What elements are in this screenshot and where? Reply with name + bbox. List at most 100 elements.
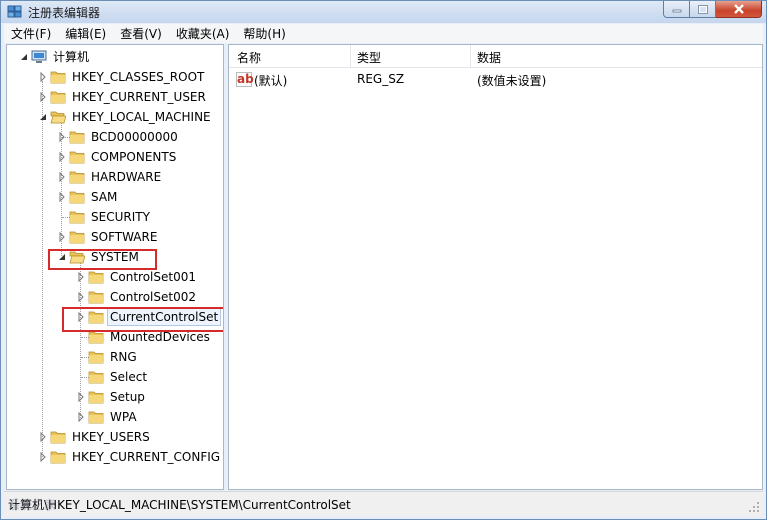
expand-arrow-icon	[78, 411, 84, 423]
tree-label: Select	[110, 370, 148, 384]
tree-label: HKEY_USERS	[72, 430, 150, 444]
column-divider[interactable]	[350, 45, 351, 67]
tree-node-hardware[interactable]: HARDWARE	[7, 168, 223, 186]
expand-arrow-icon	[59, 151, 65, 163]
folder-icon	[69, 151, 85, 164]
highlight-box-system	[48, 249, 157, 270]
column-header-data[interactable]: 数据	[477, 49, 501, 66]
folder-icon	[50, 71, 66, 84]
menu-view[interactable]: 查看(V)	[113, 25, 169, 42]
tree-label: ControlSet002	[110, 290, 196, 304]
tree-node-hkey-local-machine[interactable]: HKEY_LOCAL_MACHINE	[7, 108, 223, 126]
folder-icon	[69, 191, 85, 204]
folder-icon	[88, 291, 104, 304]
tree-label: COMPONENTS	[91, 150, 177, 164]
folder-icon	[69, 131, 85, 144]
string-value-icon: ab	[236, 72, 254, 87]
tree-node-hkey-current-user[interactable]: HKEY_CURRENT_USER	[7, 88, 223, 106]
tree-label: HKEY_CURRENT_CONFIG	[72, 450, 221, 464]
tree-node-security[interactable]: SECURITY	[7, 208, 223, 226]
window-controls	[663, 1, 762, 19]
expand-arrow-icon	[78, 291, 84, 303]
computer-icon	[31, 50, 47, 63]
tree-node-computer[interactable]: 计算机	[7, 48, 223, 66]
minimize-button[interactable]	[663, 1, 690, 18]
tree-label: RNG	[110, 350, 137, 364]
tree-node-hkey-classes-root[interactable]: HKEY_CLASSES_ROOT	[7, 68, 223, 86]
expand-arrow-icon	[40, 71, 46, 83]
tree-node-controlset001[interactable]: ControlSet001	[7, 268, 223, 286]
column-divider[interactable]	[470, 45, 471, 67]
tree-node-controlset002[interactable]: ControlSet002	[7, 288, 223, 306]
tree-label: BCD00000000	[91, 130, 178, 144]
folder-icon	[69, 171, 85, 184]
expand-arrow-icon	[40, 451, 46, 463]
folder-icon	[88, 391, 104, 404]
value-row-default[interactable]: ab (默认) REG_SZ (数值未设置)	[229, 71, 762, 89]
menu-help[interactable]: 帮助(H)	[236, 25, 292, 42]
tree-label: 计算机	[53, 50, 90, 64]
highlight-box-currentcontrolset	[62, 307, 223, 332]
tree-node-components[interactable]: COMPONENTS	[7, 148, 223, 166]
menu-bar: 文件(F) 编辑(E) 查看(V) 收藏夹(A) 帮助(H)	[4, 24, 763, 43]
maximize-icon	[697, 4, 708, 14]
tree-node-select[interactable]: Select	[7, 368, 223, 386]
values-pane[interactable]: 名称 类型 数据 ab (默认) REG_SZ (数值未设置)	[228, 44, 763, 490]
folder-icon	[88, 371, 104, 384]
expand-arrow-icon	[40, 91, 46, 103]
value-name: (默认)	[254, 74, 288, 88]
registry-tree[interactable]: 计算机 HKEY_CLASSES_ROOT HKEY_CURRENT_USER …	[6, 44, 224, 490]
tree-node-sam[interactable]: SAM	[7, 188, 223, 206]
tree-node-hkey-users[interactable]: HKEY_USERS	[7, 428, 223, 446]
tree-label: Setup	[110, 390, 145, 404]
title-bar[interactable]: 注册表编辑器	[1, 1, 766, 23]
status-bar: 计算机\HKEY_LOCAL_MACHINE\SYSTEM\CurrentCon…	[4, 491, 763, 516]
tree-label: SECURITY	[91, 210, 150, 224]
window-title: 注册表编辑器	[28, 6, 101, 20]
tree-node-wpa[interactable]: WPA	[7, 408, 223, 426]
tree-label: HKEY_LOCAL_MACHINE	[72, 110, 211, 124]
minimize-icon	[672, 9, 681, 13]
maximize-button[interactable]	[690, 1, 716, 18]
column-header-bar: 名称 类型 数据	[229, 45, 762, 68]
collapse-arrow-icon	[21, 54, 27, 60]
tree-node-software[interactable]: SOFTWARE	[7, 228, 223, 246]
menu-file[interactable]: 文件(F)	[4, 25, 58, 42]
menu-favorites[interactable]: 收藏夹(A)	[169, 25, 237, 42]
tree-label: HKEY_CLASSES_ROOT	[72, 70, 205, 84]
tree-node-bcd00000000[interactable]: BCD00000000	[7, 128, 223, 146]
tree-label: SOFTWARE	[91, 230, 158, 244]
folder-open-icon	[50, 111, 66, 124]
folder-icon	[50, 91, 66, 104]
menu-edit[interactable]: 编辑(E)	[58, 25, 113, 42]
column-header-type[interactable]: 类型	[357, 49, 381, 66]
registry-editor-window: 注册表编辑器 文件(F) 编辑(E) 查看(V) 收藏夹(A) 帮助(H) 计算…	[0, 0, 767, 520]
folder-icon	[88, 351, 104, 364]
expand-arrow-icon	[59, 171, 65, 183]
folder-icon	[88, 271, 104, 284]
regedit-app-icon	[7, 5, 22, 18]
tree-label: SAM	[91, 190, 118, 204]
tree-node-setup[interactable]: Setup	[7, 388, 223, 406]
folder-icon	[50, 431, 66, 444]
tree-label: HARDWARE	[91, 170, 162, 184]
tree-node-rng[interactable]: RNG	[7, 348, 223, 366]
tree-label: WPA	[110, 410, 137, 424]
close-button[interactable]	[716, 1, 762, 18]
resize-grip-icon[interactable]	[748, 501, 760, 513]
column-header-name[interactable]: 名称	[237, 49, 261, 66]
value-data: (数值未设置)	[477, 74, 547, 88]
folder-icon	[69, 231, 85, 244]
expand-arrow-icon	[59, 131, 65, 143]
folder-icon	[69, 211, 85, 224]
tree-node-hkey-current-config[interactable]: HKEY_CURRENT_CONFIG	[7, 448, 223, 466]
value-type: REG_SZ	[357, 72, 405, 86]
expand-arrow-icon	[40, 431, 46, 443]
folder-icon	[88, 411, 104, 424]
watermark: 系统之家	[8, 498, 57, 512]
expand-arrow-icon	[59, 191, 65, 203]
tree-label: ControlSet001	[110, 270, 196, 284]
expand-arrow-icon	[78, 391, 84, 403]
folder-icon	[50, 451, 66, 464]
tree-label: HKEY_CURRENT_USER	[72, 90, 206, 104]
